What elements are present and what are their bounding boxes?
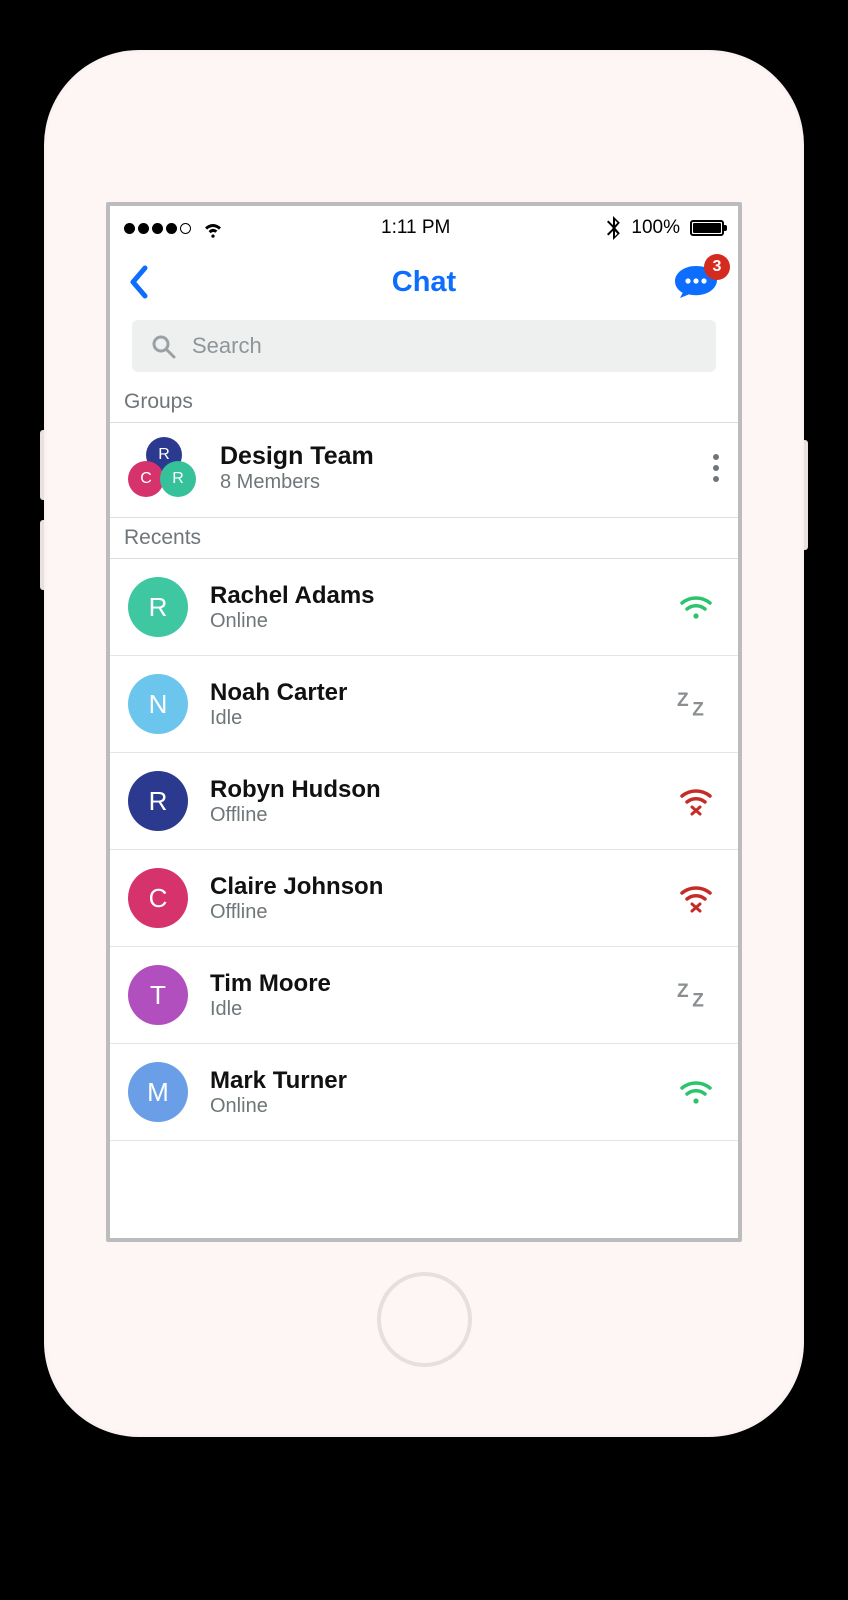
avatar: N xyxy=(128,674,188,734)
group-avatars: R C R xyxy=(124,437,200,499)
phone-frame: 1:11 PM 100% Chat xyxy=(44,50,804,1437)
idle-status-icon: Z Z xyxy=(676,981,716,1009)
offline-status-icon xyxy=(676,786,716,816)
group-name: Design Team xyxy=(220,442,692,471)
groups-header: Groups xyxy=(110,382,738,423)
contact-row[interactable]: T Tim MooreIdle Z Z xyxy=(110,947,738,1044)
page-title: Chat xyxy=(110,266,738,299)
cellular-signal-icon xyxy=(124,223,191,234)
contact-status: Offline xyxy=(210,804,654,827)
contact-row[interactable]: R Rachel AdamsOnline xyxy=(110,559,738,656)
navbar: Chat 3 xyxy=(110,250,738,314)
wifi-icon xyxy=(201,216,225,240)
avatar: R xyxy=(128,771,188,831)
contact-row[interactable]: N Noah CarterIdle Z Z xyxy=(110,656,738,753)
svg-text:Z: Z xyxy=(677,981,689,1002)
contact-name: Noah Carter xyxy=(210,679,654,707)
contact-row[interactable]: R Robyn HudsonOffline xyxy=(110,753,738,850)
svg-text:Z: Z xyxy=(692,990,704,1009)
group-avatar-3: R xyxy=(160,461,196,497)
contact-row[interactable]: M Mark TurnerOnline xyxy=(110,1044,738,1141)
status-time: 1:11 PM xyxy=(381,217,450,239)
search-icon xyxy=(150,333,176,359)
phone-power-button xyxy=(804,440,808,550)
contact-name: Tim Moore xyxy=(210,970,654,998)
contact-status: Offline xyxy=(210,901,654,924)
notification-badge: 3 xyxy=(704,254,730,280)
contact-name: Rachel Adams xyxy=(210,582,654,610)
avatar: M xyxy=(128,1062,188,1122)
battery-icon xyxy=(690,220,724,236)
contact-name: Mark Turner xyxy=(210,1067,654,1095)
search-input[interactable] xyxy=(192,333,698,359)
offline-status-icon xyxy=(676,883,716,913)
contact-status: Idle xyxy=(210,707,654,730)
phone-volume-down xyxy=(40,520,44,590)
chat-notifications-button[interactable]: 3 xyxy=(672,264,720,300)
contact-status: Online xyxy=(210,610,654,633)
idle-status-icon: Z Z xyxy=(676,690,716,718)
online-status-icon xyxy=(676,593,716,621)
search-box[interactable] xyxy=(132,320,716,372)
online-status-icon xyxy=(676,1078,716,1106)
more-icon[interactable] xyxy=(712,453,720,483)
battery-percentage: 100% xyxy=(631,217,680,239)
screen: 1:11 PM 100% Chat xyxy=(106,202,742,1242)
contact-status: Online xyxy=(210,1095,654,1118)
contact-name: Claire Johnson xyxy=(210,873,654,901)
avatar: R xyxy=(128,577,188,637)
contact-row[interactable]: C Claire JohnsonOffline xyxy=(110,850,738,947)
contact-status: Idle xyxy=(210,998,654,1021)
back-button[interactable] xyxy=(128,264,150,300)
group-avatar-2: C xyxy=(128,461,164,497)
home-button[interactable] xyxy=(377,1272,472,1367)
avatar: T xyxy=(128,965,188,1025)
group-row[interactable]: R C R Design Team 8 Members xyxy=(110,423,738,518)
recents-header: Recents xyxy=(110,518,738,559)
contact-name: Robyn Hudson xyxy=(210,776,654,804)
svg-text:Z: Z xyxy=(677,690,689,711)
avatar: C xyxy=(128,868,188,928)
svg-text:Z: Z xyxy=(692,699,704,718)
group-members: 8 Members xyxy=(220,471,692,494)
bluetooth-icon xyxy=(606,216,621,240)
status-bar: 1:11 PM 100% xyxy=(110,206,738,250)
phone-volume-up xyxy=(40,430,44,500)
